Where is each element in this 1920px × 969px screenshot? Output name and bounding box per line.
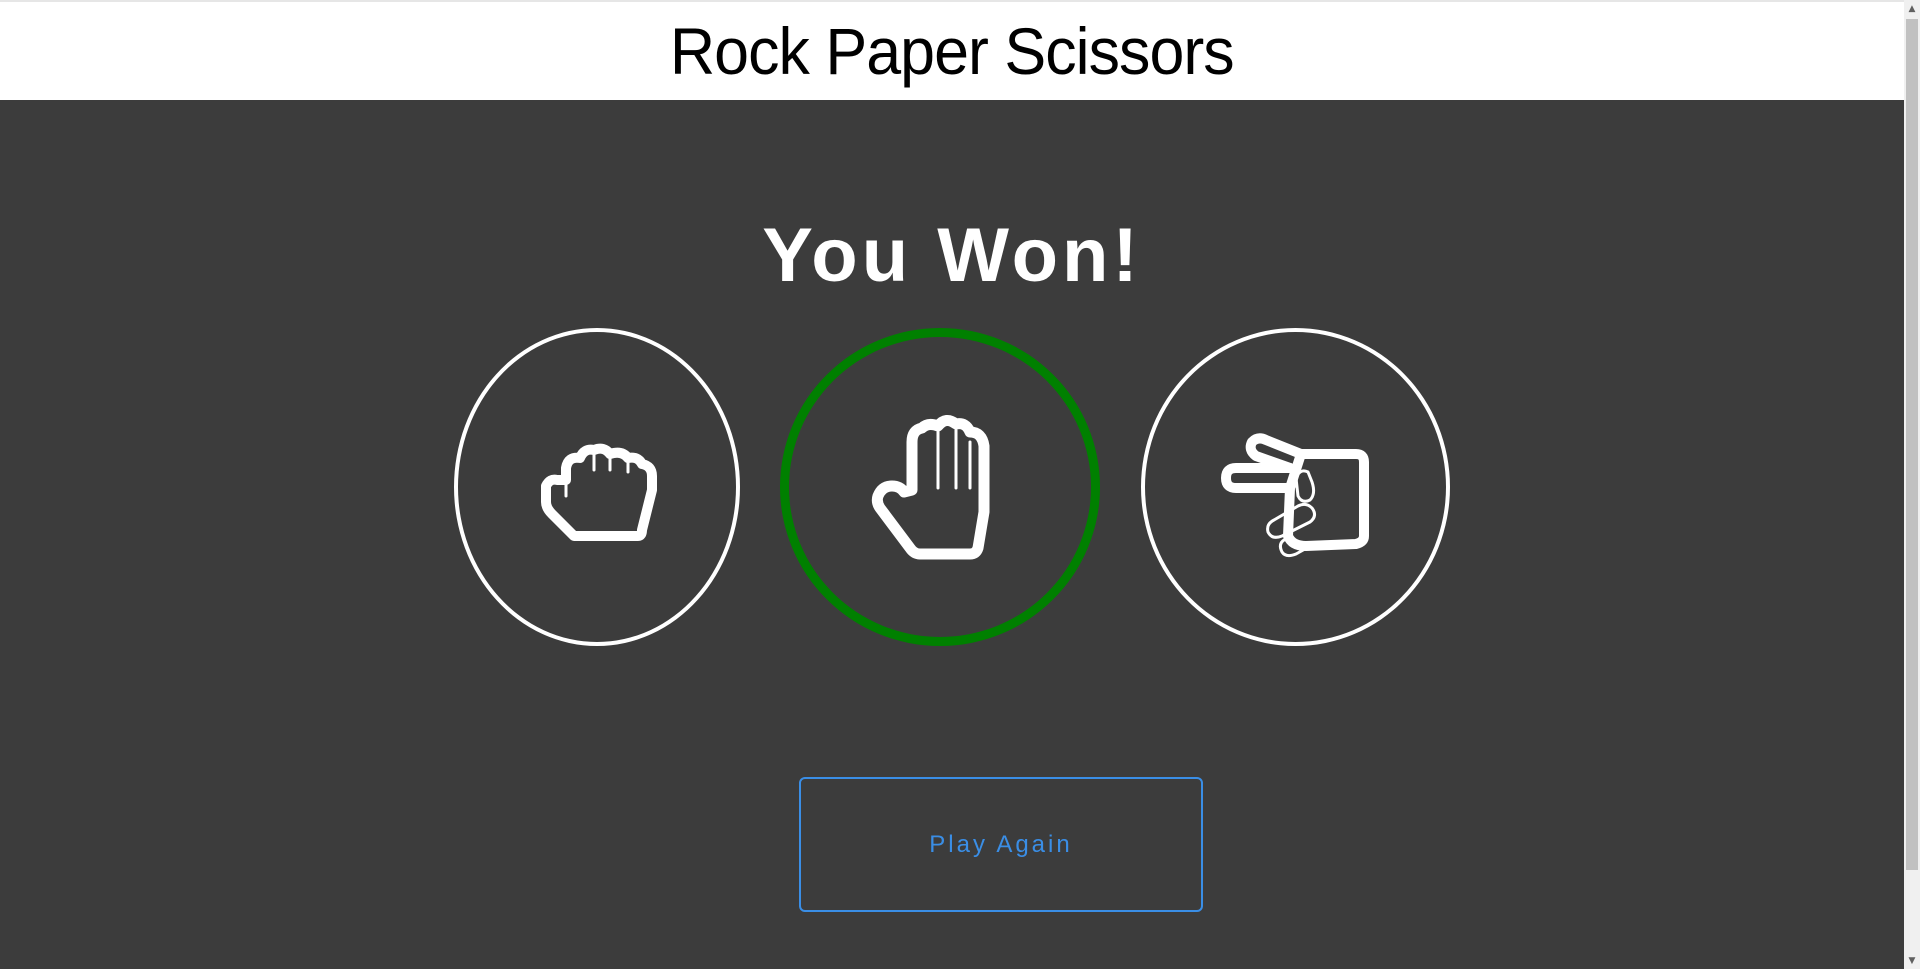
result-message: You Won!	[762, 213, 1142, 298]
page-title: Rock Paper Scissors	[670, 14, 1235, 88]
scrollbar-thumb[interactable]	[1906, 19, 1918, 870]
open-hand-icon	[871, 415, 990, 560]
game-area: You Won! Play Again	[0, 100, 1904, 969]
header-bar: Rock Paper Scissors	[0, 2, 1904, 100]
scroll-up-arrow-icon[interactable]: ▲	[1904, 0, 1920, 17]
fist-icon	[541, 443, 657, 541]
page: Rock Paper Scissors You Won! Play Again …	[0, 0, 1920, 969]
vertical-scrollbar[interactable]: ▲ ▼	[1904, 0, 1920, 969]
choice-rock-button[interactable]	[454, 328, 740, 646]
scissors-hand-icon	[1220, 433, 1369, 558]
scroll-down-arrow-icon[interactable]: ▼	[1904, 952, 1920, 969]
choice-paper-button[interactable]	[780, 328, 1100, 646]
choice-scissors-button[interactable]	[1141, 328, 1450, 646]
play-again-button[interactable]: Play Again	[799, 777, 1203, 912]
